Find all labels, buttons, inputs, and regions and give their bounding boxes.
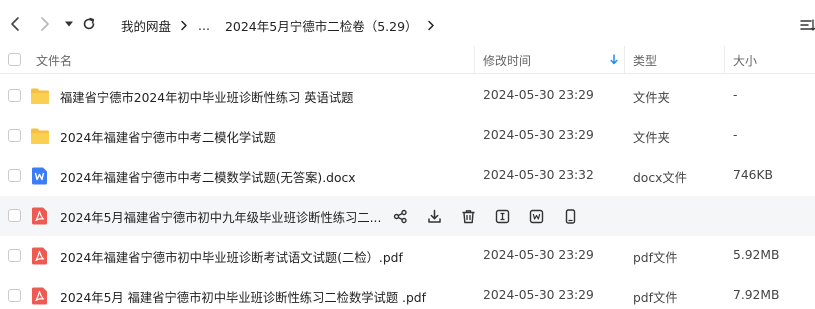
file-type: pdf文件 xyxy=(633,291,678,305)
share-button[interactable] xyxy=(392,208,409,225)
share-icon xyxy=(393,209,407,224)
column-header-type[interactable]: 类型 xyxy=(633,52,657,69)
rename-icon xyxy=(495,209,510,224)
breadcrumb: 我的网盘 ... 2024年5月宁德市二检卷（5.29） xyxy=(121,16,445,34)
forward-button[interactable] xyxy=(35,14,55,34)
row-checkbox[interactable] xyxy=(8,169,21,182)
column-divider xyxy=(624,46,625,74)
column-divider xyxy=(724,46,725,74)
pdf-icon xyxy=(32,287,47,305)
send-to-phone-button[interactable] xyxy=(562,208,579,225)
refresh-button[interactable] xyxy=(79,14,99,34)
file-type: pdf文件 xyxy=(633,251,678,265)
sort-descending-icon xyxy=(610,54,618,68)
breadcrumb-current[interactable]: 2024年5月宁德市二检卷（5.29） xyxy=(225,16,418,35)
column-header-name[interactable]: 文件名 xyxy=(36,52,72,69)
phone-icon xyxy=(565,209,576,224)
list-view-icon xyxy=(800,19,815,31)
row-checkbox[interactable] xyxy=(8,249,21,262)
breadcrumb-root[interactable]: 我的网盘 xyxy=(121,16,171,35)
chevron-right-icon xyxy=(180,20,188,31)
row-checkbox[interactable] xyxy=(8,89,21,102)
chevron-left-icon xyxy=(11,17,19,31)
file-row[interactable]: 2024年福建省宁德市中考二模化学试题 2024-05-30 23:29 文件夹… xyxy=(0,116,815,156)
file-size: - xyxy=(733,88,738,102)
file-row[interactable]: 2024年福建省宁德市初中毕业班诊断考试语文试题(二检）.pdf 2024-05… xyxy=(0,236,815,276)
file-type: 文件夹 xyxy=(633,131,670,145)
pdf-icon xyxy=(32,247,47,265)
chevron-right-icon xyxy=(41,17,49,31)
file-name[interactable]: 2024年5月福建省宁德市初中九年级毕业班诊断性练习二... xyxy=(60,208,381,226)
file-list-header: 文件名 修改时间 类型 大小 xyxy=(0,46,815,74)
history-dropdown-button[interactable] xyxy=(59,14,79,34)
rename-button[interactable] xyxy=(494,208,511,225)
file-modified: 2024-05-30 23:29 xyxy=(483,88,594,102)
folder-icon xyxy=(31,88,49,104)
file-name[interactable]: 2024年福建省宁德市中考二模数学试题(无答案).docx xyxy=(60,168,356,186)
download-icon xyxy=(428,209,441,223)
navigation-bar: 我的网盘 ... 2024年5月宁德市二检卷（5.29） xyxy=(0,0,815,48)
column-header-size[interactable]: 大小 xyxy=(733,52,757,69)
file-row[interactable]: 福建省宁德市2024年初中毕业班诊断性练习 英语试题 2024-05-30 23… xyxy=(0,76,815,116)
open-with-icon xyxy=(529,209,544,224)
file-modified: 2024-05-30 23:29 xyxy=(483,288,594,302)
word-doc-icon xyxy=(32,167,47,185)
open-with-button[interactable] xyxy=(528,208,545,225)
view-mode-button[interactable] xyxy=(800,17,815,33)
breadcrumb-ellipsis[interactable]: ... xyxy=(198,18,210,33)
delete-icon xyxy=(462,210,475,224)
column-header-modified[interactable]: 修改时间 xyxy=(483,52,531,69)
folder-icon xyxy=(31,128,49,144)
file-size: 7.92MB xyxy=(733,288,780,302)
file-type: docx文件 xyxy=(633,171,687,185)
file-modified: 2024-05-30 23:29 xyxy=(483,128,594,142)
file-row[interactable]: 2024年5月福建省宁德市初中九年级毕业班诊断性练习二... xyxy=(0,196,815,236)
pdf-icon xyxy=(32,207,47,225)
caret-down-icon xyxy=(65,21,73,27)
file-modified: 2024-05-30 23:29 xyxy=(483,248,594,262)
file-name[interactable]: 2024年5月 福建省宁德市初中毕业班诊断性练习二检数学试题 .pdf xyxy=(60,288,426,306)
file-type: 文件夹 xyxy=(633,91,670,105)
chevron-right-icon xyxy=(427,20,435,31)
refresh-icon xyxy=(83,17,95,30)
file-row[interactable]: 2024年福建省宁德市中考二模数学试题(无答案).docx 2024-05-30… xyxy=(0,156,815,196)
delete-button[interactable] xyxy=(460,208,477,225)
row-checkbox[interactable] xyxy=(8,289,21,302)
download-button[interactable] xyxy=(426,208,443,225)
select-all-checkbox[interactable] xyxy=(8,53,21,66)
file-row[interactable]: 2024年5月 福建省宁德市初中毕业班诊断性练习二检数学试题 .pdf 2024… xyxy=(0,276,815,309)
file-size: 746KB xyxy=(733,168,773,182)
row-checkbox[interactable] xyxy=(8,129,21,142)
file-name[interactable]: 福建省宁德市2024年初中毕业班诊断性练习 英语试题 xyxy=(60,88,353,106)
file-size: - xyxy=(733,128,738,142)
file-name[interactable]: 2024年福建省宁德市初中毕业班诊断考试语文试题(二检）.pdf xyxy=(60,248,403,266)
file-size: 5.92MB xyxy=(733,248,780,262)
column-divider xyxy=(474,46,475,74)
file-modified: 2024-05-30 23:32 xyxy=(483,168,594,182)
row-action-toolbar xyxy=(392,208,579,225)
file-name[interactable]: 2024年福建省宁德市中考二模化学试题 xyxy=(60,128,276,146)
row-checkbox[interactable] xyxy=(8,209,21,222)
back-button[interactable] xyxy=(5,14,25,34)
